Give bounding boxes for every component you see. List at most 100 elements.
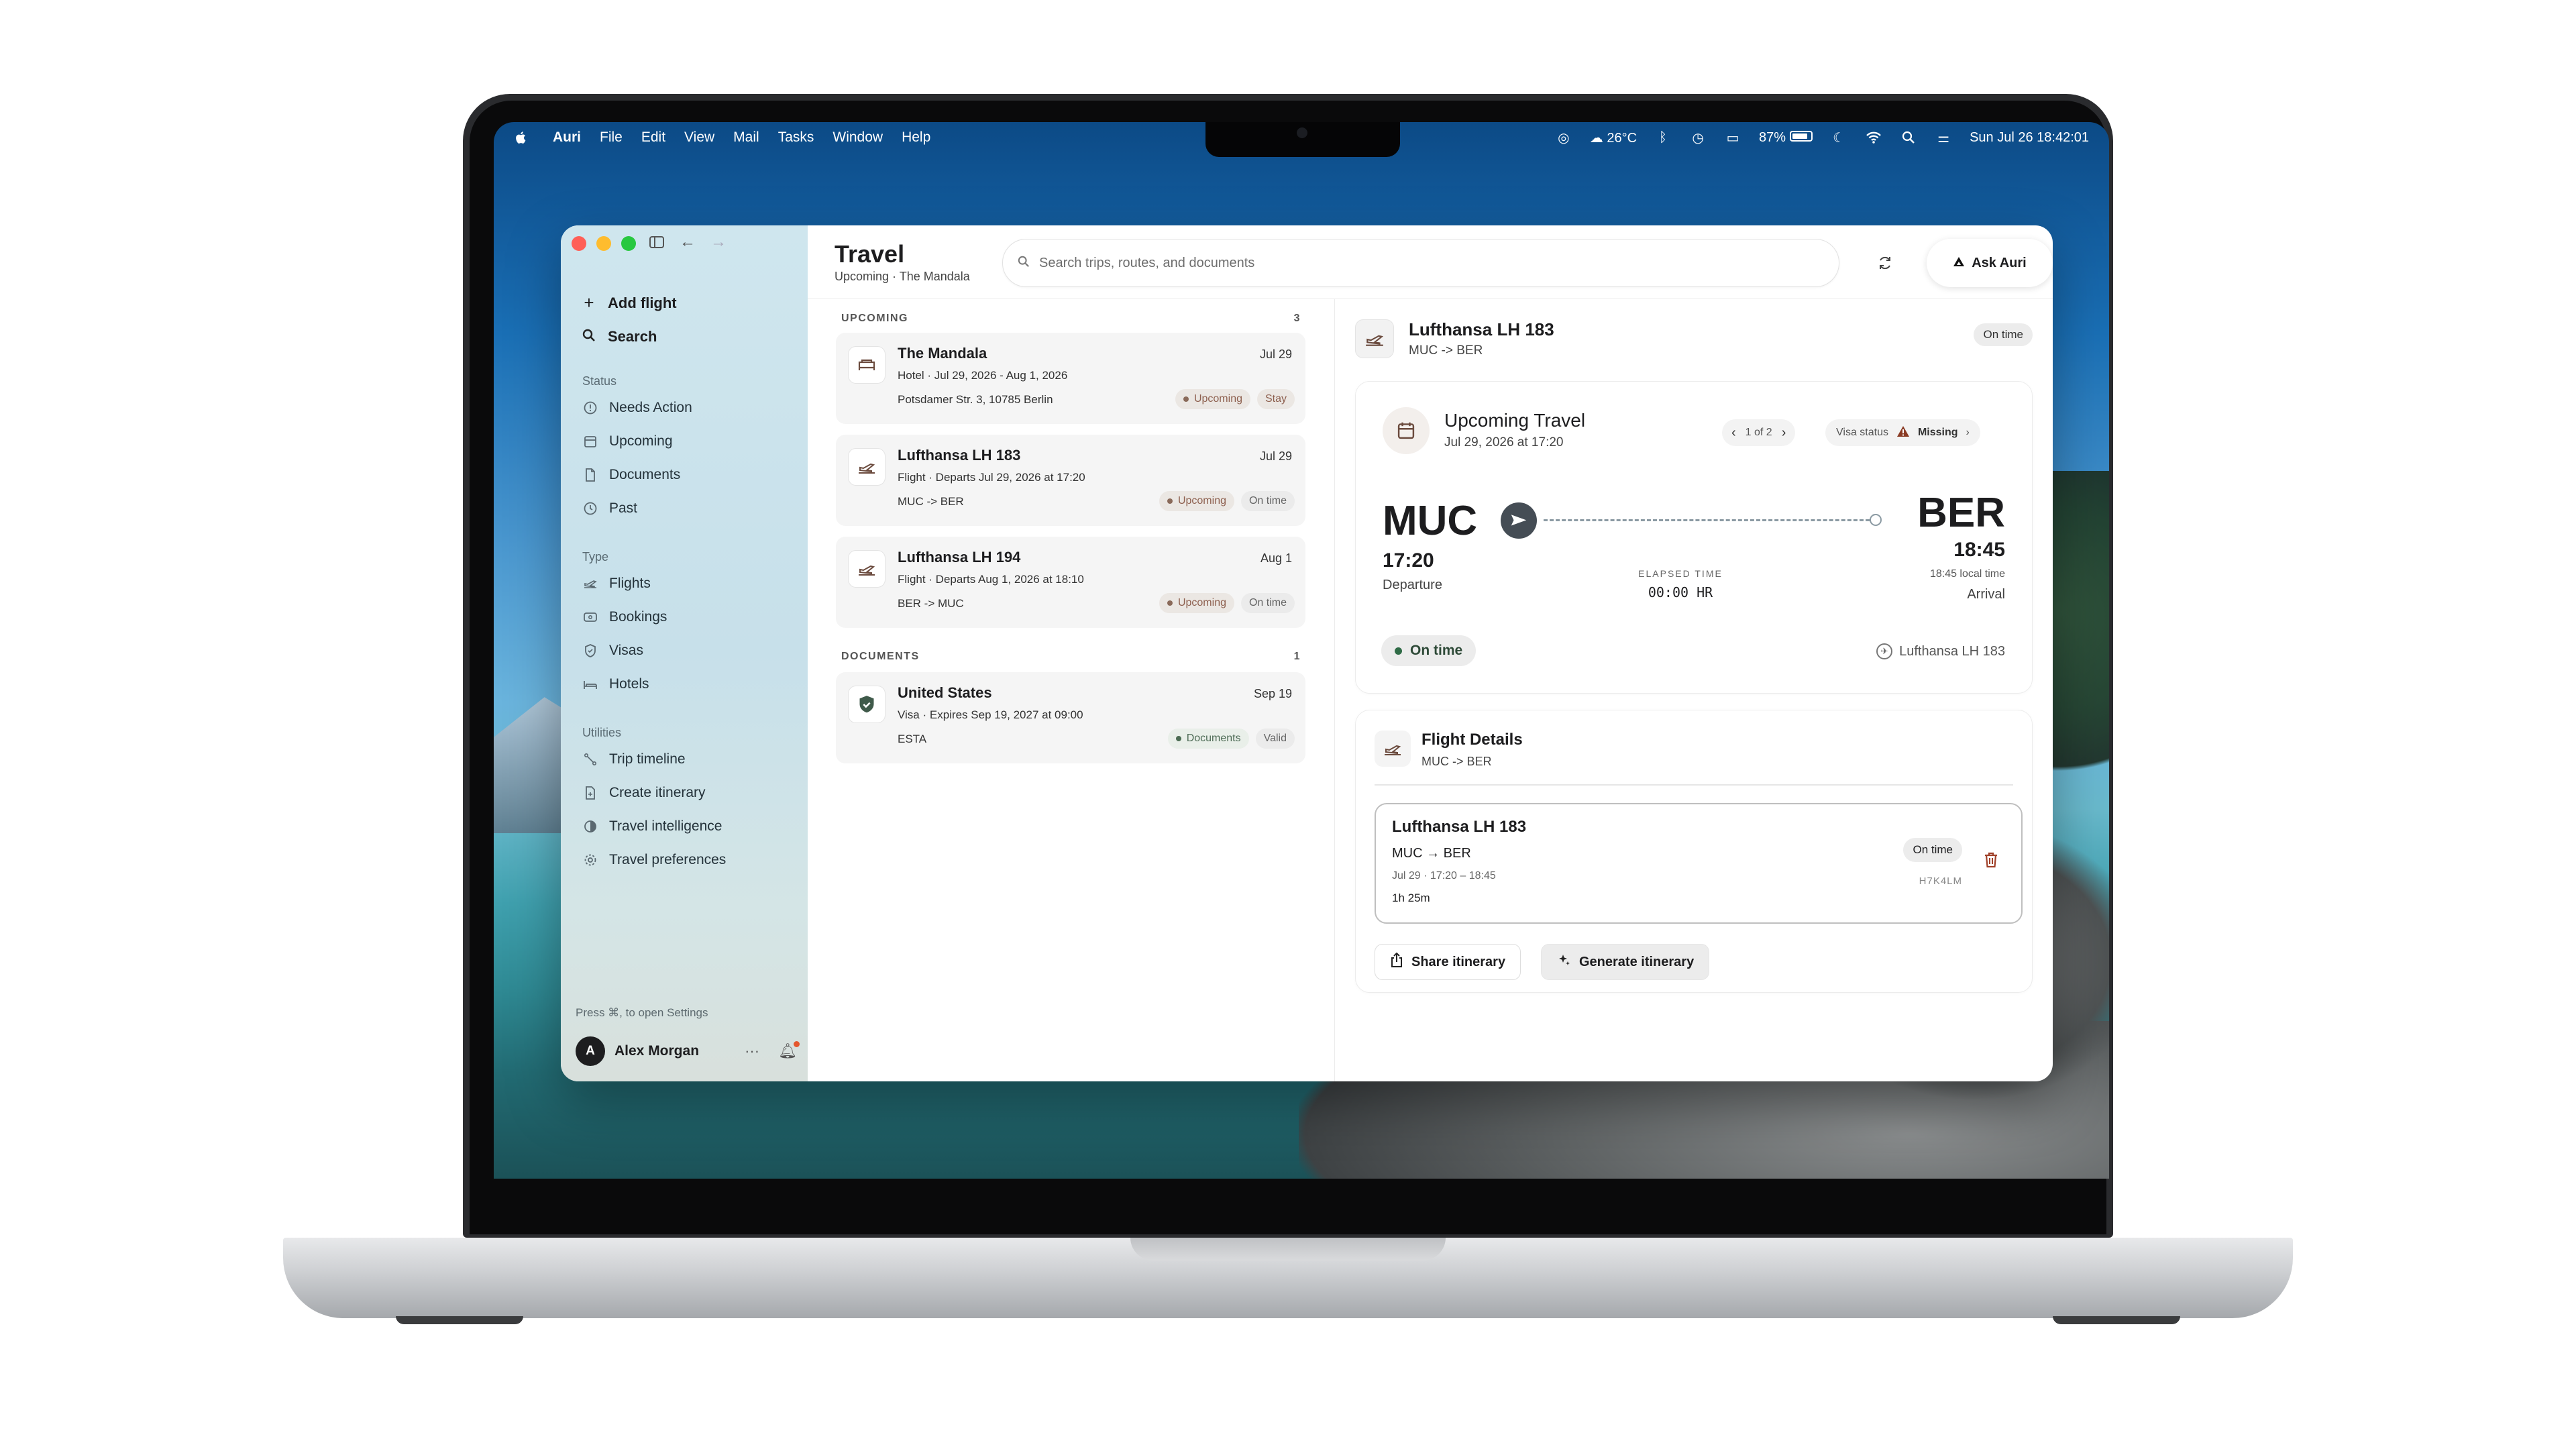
previous-page-button[interactable]: ‹ bbox=[1731, 425, 1736, 441]
list-item-visa[interactable]: United States Sep 19 Visa · Expires Sep … bbox=[836, 672, 1305, 763]
upcoming-travel-panel: Upcoming Travel Jul 29, 2026 at 17:20 ‹ … bbox=[1355, 381, 2033, 694]
status-dot bbox=[1395, 647, 1402, 655]
menu-window[interactable]: Window bbox=[823, 129, 892, 146]
bluetooth-icon[interactable]: ᛒ bbox=[1654, 129, 1672, 146]
forward-arrow-icon[interactable]: → bbox=[710, 233, 727, 251]
item-meta: Visa · Expires Sep 19, 2027 at 09:00 bbox=[898, 708, 1083, 721]
page-subtitle: Upcoming · The Mandala bbox=[835, 270, 970, 283]
list-item-hotel[interactable]: The Mandala Jul 29 Hotel · Jul 29, 2026 … bbox=[836, 333, 1305, 424]
wifi-icon[interactable] bbox=[1865, 129, 1882, 146]
timeline-icon bbox=[582, 751, 598, 767]
sidebar-item-flights[interactable]: Flights bbox=[582, 576, 651, 592]
sidebar-item-documents[interactable]: Documents bbox=[582, 467, 680, 483]
detail-pane: Lufthansa LH 183 MUC -> BER On time Upco… bbox=[1335, 299, 2053, 1081]
sidebar-toggle-icon[interactable] bbox=[648, 233, 665, 251]
card-icon[interactable]: ▭ bbox=[1724, 129, 1741, 146]
back-arrow-icon[interactable]: ← bbox=[679, 233, 696, 251]
menu-help[interactable]: Help bbox=[892, 129, 940, 146]
item-tags: Upcoming Stay bbox=[1175, 389, 1295, 409]
avatar[interactable]: A bbox=[576, 1036, 605, 1066]
sidebar-search-button[interactable]: Search bbox=[581, 326, 657, 347]
badge-label: Upcoming bbox=[1177, 495, 1226, 506]
item-date: Aug 1 bbox=[1260, 551, 1292, 565]
sparkle-icon bbox=[1556, 953, 1571, 971]
plane-icon bbox=[1355, 319, 1394, 358]
visa-status-chip[interactable]: Visa status Missing › bbox=[1825, 419, 1980, 446]
focus-icon[interactable]: ◎ bbox=[1555, 129, 1572, 146]
sidebar-item-bookings[interactable]: Bookings bbox=[582, 609, 667, 625]
sidebar-item-needs-action[interactable]: Needs Action bbox=[582, 400, 692, 416]
sidebar-item-hotels[interactable]: Hotels bbox=[582, 676, 649, 692]
menu-mail[interactable]: Mail bbox=[724, 129, 769, 146]
plane-icon bbox=[1375, 731, 1411, 767]
divider bbox=[1375, 784, 2013, 786]
moon-icon[interactable]: ☾ bbox=[1830, 129, 1847, 146]
refresh-icon bbox=[1880, 256, 1890, 270]
generate-itinerary-button[interactable]: Generate itinerary bbox=[1541, 944, 1710, 980]
spotlight-search-icon[interactable] bbox=[1900, 129, 1917, 146]
share-itinerary-button[interactable]: Share itinerary bbox=[1375, 944, 1521, 980]
settings-hint: Press ⌘, to open Settings bbox=[576, 1006, 708, 1019]
time-machine-icon[interactable]: ◷ bbox=[1689, 129, 1707, 146]
sidebar-item-past[interactable]: Past bbox=[582, 500, 637, 517]
visa-status-value: Missing bbox=[1917, 427, 1958, 438]
menu-app-name[interactable]: Auri bbox=[543, 129, 590, 146]
menu-clock[interactable]: Sun Jul 26 18:42:01 bbox=[1970, 130, 2089, 146]
zoom-window-button[interactable] bbox=[621, 236, 636, 251]
item-tags: Upcoming On time bbox=[1159, 491, 1295, 511]
close-window-button[interactable] bbox=[572, 236, 586, 251]
item-title: The Mandala bbox=[898, 345, 987, 362]
status-area: ◎ ☁ 26°C ᛒ ◷ ▭ 87% ☾ ⚌ Sun Jul 26 18:42:… bbox=[1555, 122, 2089, 153]
detail-route: MUC -> BER bbox=[1409, 343, 1483, 358]
calendar-icon bbox=[1383, 407, 1430, 454]
user-row[interactable]: A Alex Morgan ··· 🔔︎ bbox=[576, 1034, 800, 1068]
flight-card[interactable]: Lufthansa LH 183 MUC → BER Jul 29 · 17:2… bbox=[1375, 803, 2023, 924]
battery-percent: 87% bbox=[1759, 129, 1786, 145]
bed-icon bbox=[582, 676, 598, 692]
list-item-flight-lh194[interactable]: Lufthansa LH 194 Aug 1 Flight · Departs … bbox=[836, 537, 1305, 628]
menu-tasks[interactable]: Tasks bbox=[769, 129, 824, 146]
notification-bell-icon[interactable]: 🔔︎ bbox=[778, 1041, 800, 1060]
status-badge: Upcoming bbox=[1159, 593, 1234, 613]
sidebar-item-visas[interactable]: Visas bbox=[582, 643, 643, 659]
add-flight-button[interactable]: + Add flight bbox=[581, 292, 677, 313]
section-label: DOCUMENTS bbox=[841, 651, 920, 662]
sidebar-item-upcoming[interactable]: Upcoming bbox=[582, 433, 673, 449]
flight-card-duration: 1h 25m bbox=[1392, 892, 1430, 904]
item-date: Jul 29 bbox=[1259, 347, 1292, 361]
sidebar-item-travel-intelligence[interactable]: Travel intelligence bbox=[582, 818, 722, 835]
item-date: Sep 19 bbox=[1253, 687, 1292, 700]
sidebar-item-create-itinerary[interactable]: Create itinerary bbox=[582, 785, 706, 801]
next-page-button[interactable]: › bbox=[1782, 425, 1786, 441]
list-item-flight-lh183[interactable]: Lufthansa LH 183 Jul 29 Flight · Departs… bbox=[836, 435, 1305, 526]
add-flight-label: Add flight bbox=[608, 294, 677, 311]
search-label: Search bbox=[608, 327, 657, 345]
utilities-section-header: Utilities bbox=[582, 726, 622, 739]
sidebar-item-label: Hotels bbox=[609, 676, 649, 692]
refresh-button[interactable] bbox=[1868, 246, 1902, 280]
badge-label: Upcoming bbox=[1193, 393, 1242, 405]
departure-time: 17:20 bbox=[1383, 549, 1434, 572]
weather-status[interactable]: ☁ 26°C bbox=[1590, 129, 1637, 146]
control-center-icon[interactable]: ⚌ bbox=[1935, 129, 1952, 146]
search-input[interactable] bbox=[1039, 255, 1777, 271]
flight-card-time: Jul 29 · 17:20 – 18:45 bbox=[1392, 870, 1496, 881]
search-bar[interactable] bbox=[1002, 239, 1839, 287]
battery-status[interactable]: 87% bbox=[1759, 130, 1813, 146]
apple-menu-icon[interactable] bbox=[514, 130, 529, 145]
pager-label: 1 of 2 bbox=[1745, 427, 1772, 438]
minimize-window-button[interactable] bbox=[596, 236, 611, 251]
sidebar-item-trip-timeline[interactable]: Trip timeline bbox=[582, 751, 686, 767]
section-count: 1 bbox=[1293, 651, 1301, 662]
menu-file[interactable]: File bbox=[590, 129, 632, 146]
search-icon bbox=[581, 326, 597, 347]
trash-icon[interactable] bbox=[1984, 851, 1998, 873]
weather-temp: 26°C bbox=[1607, 130, 1638, 146]
ask-auri-button[interactable]: Ask Auri bbox=[1927, 239, 2053, 287]
menu-edit[interactable]: Edit bbox=[632, 129, 675, 146]
menu-view[interactable]: View bbox=[675, 129, 724, 146]
more-options-icon[interactable]: ··· bbox=[745, 1042, 759, 1060]
laptop-foot-left bbox=[396, 1316, 523, 1324]
sidebar-item-travel-preferences[interactable]: Travel preferences bbox=[582, 852, 726, 868]
chevron-right-icon: › bbox=[1966, 427, 1970, 438]
